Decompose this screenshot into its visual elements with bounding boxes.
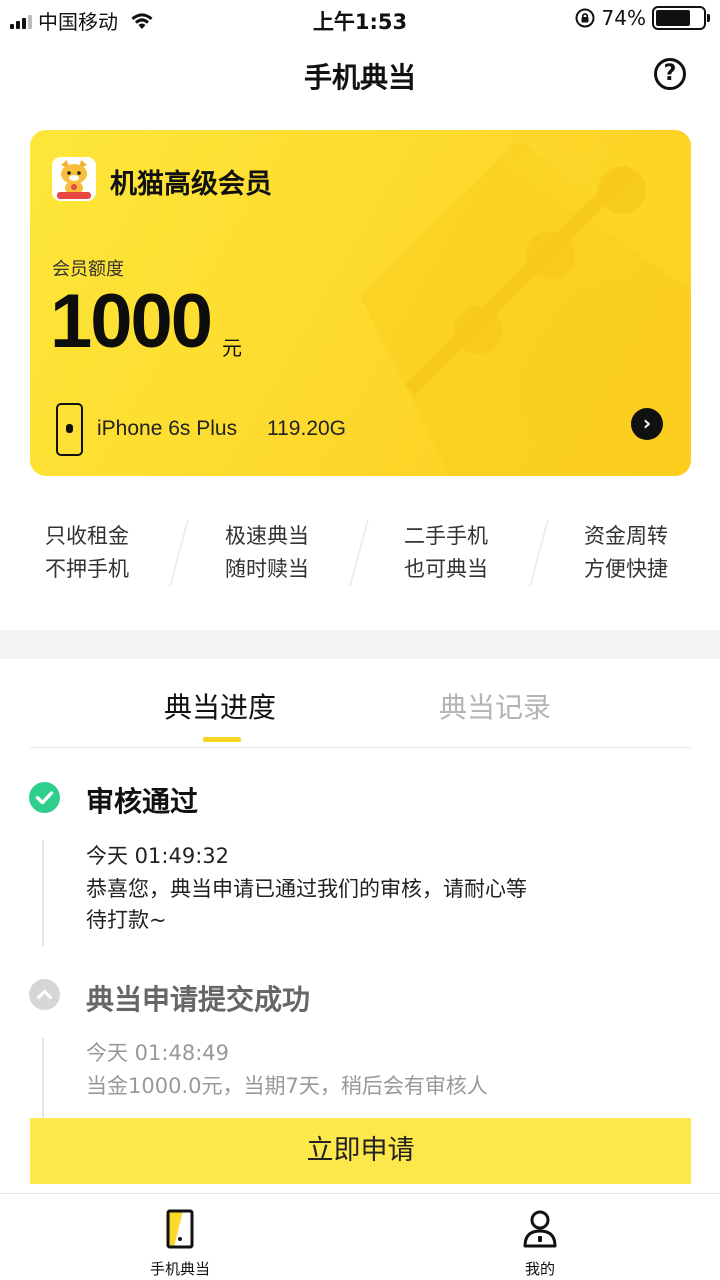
timeline-desc: 恭喜您，典当申请已通过我们的审核，请耐心等待打款~	[86, 877, 527, 932]
timeline-line	[42, 1038, 44, 1118]
chevron-up-circle-icon	[29, 979, 60, 1010]
tabs-divider	[30, 747, 691, 748]
status-bar: 中国移动 上午1:53 74%	[0, 0, 720, 40]
chevron-right-icon[interactable]: ›	[631, 408, 663, 440]
feature-item: 资金周转 方便快捷	[584, 520, 720, 586]
device-name: iPhone 6s Plus	[97, 417, 238, 440]
device-storage: 119.20G	[267, 417, 347, 440]
phone-icon	[56, 403, 83, 456]
tab-pawn-records[interactable]: 典当记录	[439, 686, 551, 726]
user-icon	[523, 1210, 557, 1248]
feature-line1: 资金周转	[584, 524, 668, 548]
tabbar-item-mine[interactable]: 我的	[480, 1194, 600, 1280]
feature-line2: 随时赎当	[225, 557, 309, 581]
feature-list: 只收租金 不押手机 极速典当 随时赎当 二手手机 也可典当 资金周转 方便快捷	[0, 520, 720, 590]
feature-line1: 极速典当	[225, 524, 309, 548]
feature-item: 极速典当 随时赎当	[225, 520, 405, 586]
quota-unit: 元	[222, 336, 242, 360]
check-circle-icon	[29, 782, 60, 813]
tabbar-item-phone-pawn[interactable]: 手机典当	[120, 1194, 240, 1280]
feature-line2: 方便快捷	[584, 557, 668, 581]
timeline-desc: 当金1000.0元，当期7天，稍后会有审核人	[86, 1074, 488, 1098]
phone-pawn-icon	[166, 1209, 194, 1249]
timeline-time: 今天 01:49:32	[86, 844, 229, 868]
quota-value: 1000	[50, 279, 213, 364]
apply-now-button[interactable]: 立即申请	[30, 1118, 691, 1184]
card-title: 机猫高级会员	[110, 169, 272, 200]
timeline-line	[42, 840, 44, 946]
cat-logo-icon	[52, 157, 96, 201]
feature-line1: 只收租金	[45, 524, 129, 548]
section-divider	[0, 630, 720, 659]
battery-icon	[652, 6, 710, 30]
feature-line2: 也可典当	[404, 557, 488, 581]
battery-percent: 74%	[601, 6, 646, 30]
feature-item: 只收租金 不押手机	[45, 520, 225, 586]
feature-item: 二手手机 也可典当	[404, 520, 584, 586]
tab-active-indicator	[203, 737, 241, 742]
tab-pawn-progress[interactable]: 典当进度	[164, 686, 276, 726]
bottom-tab-bar: 手机典当 我的	[0, 1193, 720, 1280]
feature-line2: 不押手机	[45, 557, 129, 581]
tabbar-label: 我的	[524, 1260, 555, 1278]
help-icon[interactable]: ?	[654, 58, 686, 90]
timeline-title: 典当申请提交成功	[86, 983, 311, 1016]
status-right: 74%	[574, 6, 710, 30]
rotation-lock-icon	[575, 8, 595, 28]
timeline-title: 审核通过	[86, 785, 199, 818]
member-card[interactable]: 机猫高级会员 会员额度 1000 元 iPhone 6s Plus 119.20…	[30, 130, 691, 476]
battery-fill	[656, 10, 691, 26]
tabbar-label: 手机典当	[149, 1260, 210, 1278]
feature-line1: 二手手机	[404, 524, 488, 548]
page-title: 手机典当	[303, 61, 416, 94]
timeline-time: 今天 01:48:49	[86, 1041, 229, 1065]
